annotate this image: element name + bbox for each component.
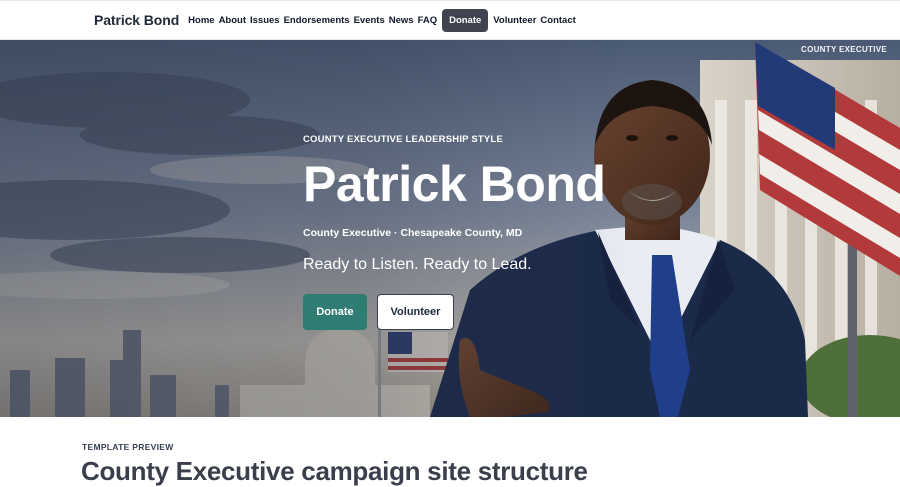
hero-title: Patrick Bond — [303, 156, 606, 212]
top-navigation: Patrick Bond Home About Issues Endorseme… — [0, 0, 900, 40]
hero-eyebrow: COUNTY EXECUTIVE LEADERSHIP STYLE — [303, 134, 503, 145]
nav-link-events[interactable]: Events — [354, 15, 385, 26]
nav-donate-button[interactable]: Donate — [442, 8, 489, 32]
section-title: County Executive campaign site structure — [81, 456, 588, 486]
brand-logo-link[interactable]: Patrick Bond — [94, 12, 179, 28]
hero-buttons: Donate Volunteer — [303, 294, 623, 330]
nav-link-news[interactable]: News — [389, 15, 414, 26]
nav-link-endorsements[interactable]: Endorsements — [284, 15, 350, 26]
nav-link-contact[interactable]: Contact — [540, 15, 575, 26]
donate-button[interactable]: Donate — [303, 294, 367, 330]
hero-content: COUNTY EXECUTIVE LEADERSHIP STYLE Patric… — [303, 134, 623, 330]
hero-tagline: Ready to Listen. Ready to Lead. — [303, 256, 532, 273]
nav-link-volunteer[interactable]: Volunteer — [493, 15, 536, 26]
hero-section: COUNTY EXECUTIVE COUNTY EXECUTIVE LEADER… — [0, 40, 900, 417]
nav-link-home[interactable]: Home — [188, 15, 214, 26]
section-eyebrow: TEMPLATE PREVIEW — [82, 442, 174, 452]
hero-subtitle: County Executive · Chesapeake County, MD — [303, 227, 523, 239]
nav-link-issues[interactable]: Issues — [250, 15, 280, 26]
nav-links: Home About Issues Endorsements Events Ne… — [188, 8, 576, 32]
volunteer-button[interactable]: Volunteer — [377, 294, 454, 330]
corner-tag: COUNTY EXECUTIVE — [801, 45, 887, 54]
nav-link-about[interactable]: About — [219, 15, 246, 26]
nav-link-faq[interactable]: FAQ — [418, 15, 438, 26]
